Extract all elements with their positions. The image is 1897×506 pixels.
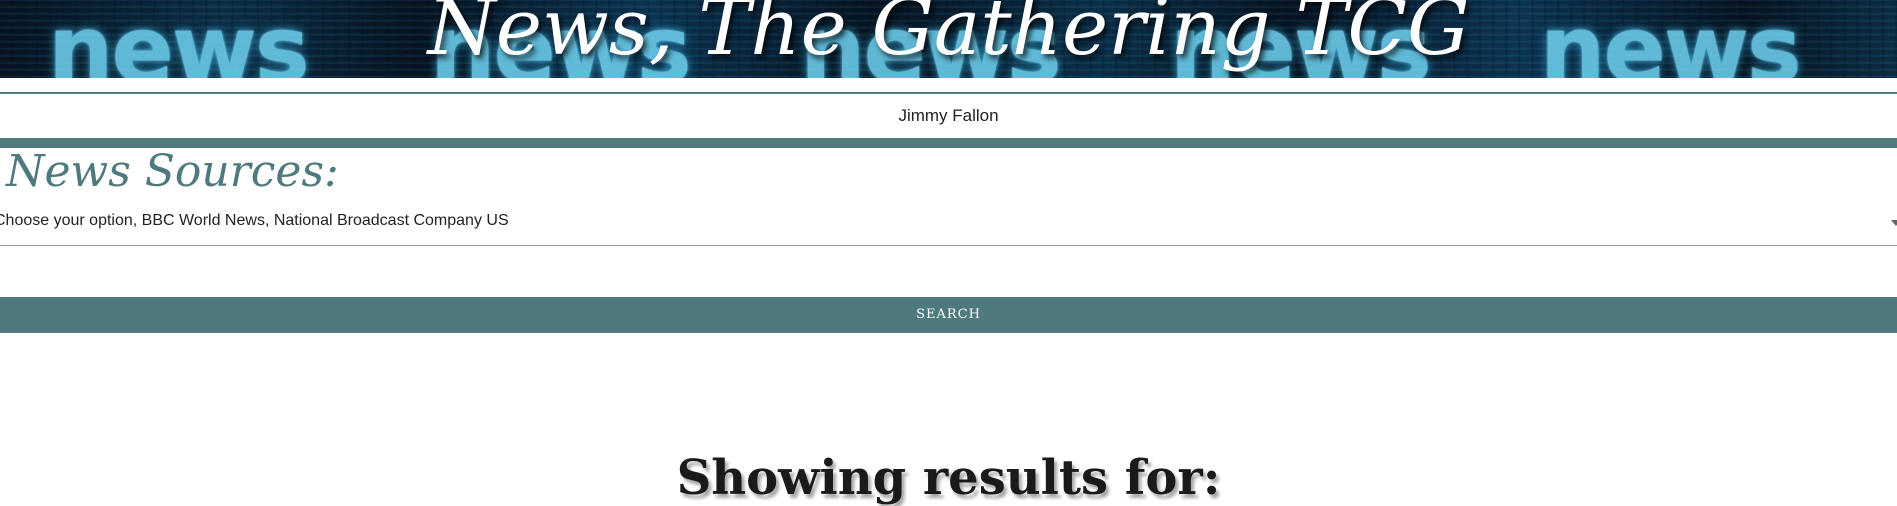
search-button[interactable]: SEARCH <box>0 297 1897 333</box>
site-title: News, The Gathering TCG <box>427 0 1470 73</box>
news-sources-selected-value: Choose your option, BBC World News, Nati… <box>0 212 509 229</box>
topic-search-bar: Jimmy Fallon <box>0 92 1897 140</box>
caret-down-icon <box>1891 220 1897 226</box>
results-heading: Showing results for: <box>676 450 1221 506</box>
header-banner: news news news news news News, The Gathe… <box>0 0 1897 78</box>
news-sources-label: News Sources: <box>6 146 339 197</box>
topic-search-input[interactable]: Jimmy Fallon <box>0 94 1897 138</box>
news-sources-select[interactable]: Choose your option, BBC World News, Nati… <box>0 206 1897 246</box>
